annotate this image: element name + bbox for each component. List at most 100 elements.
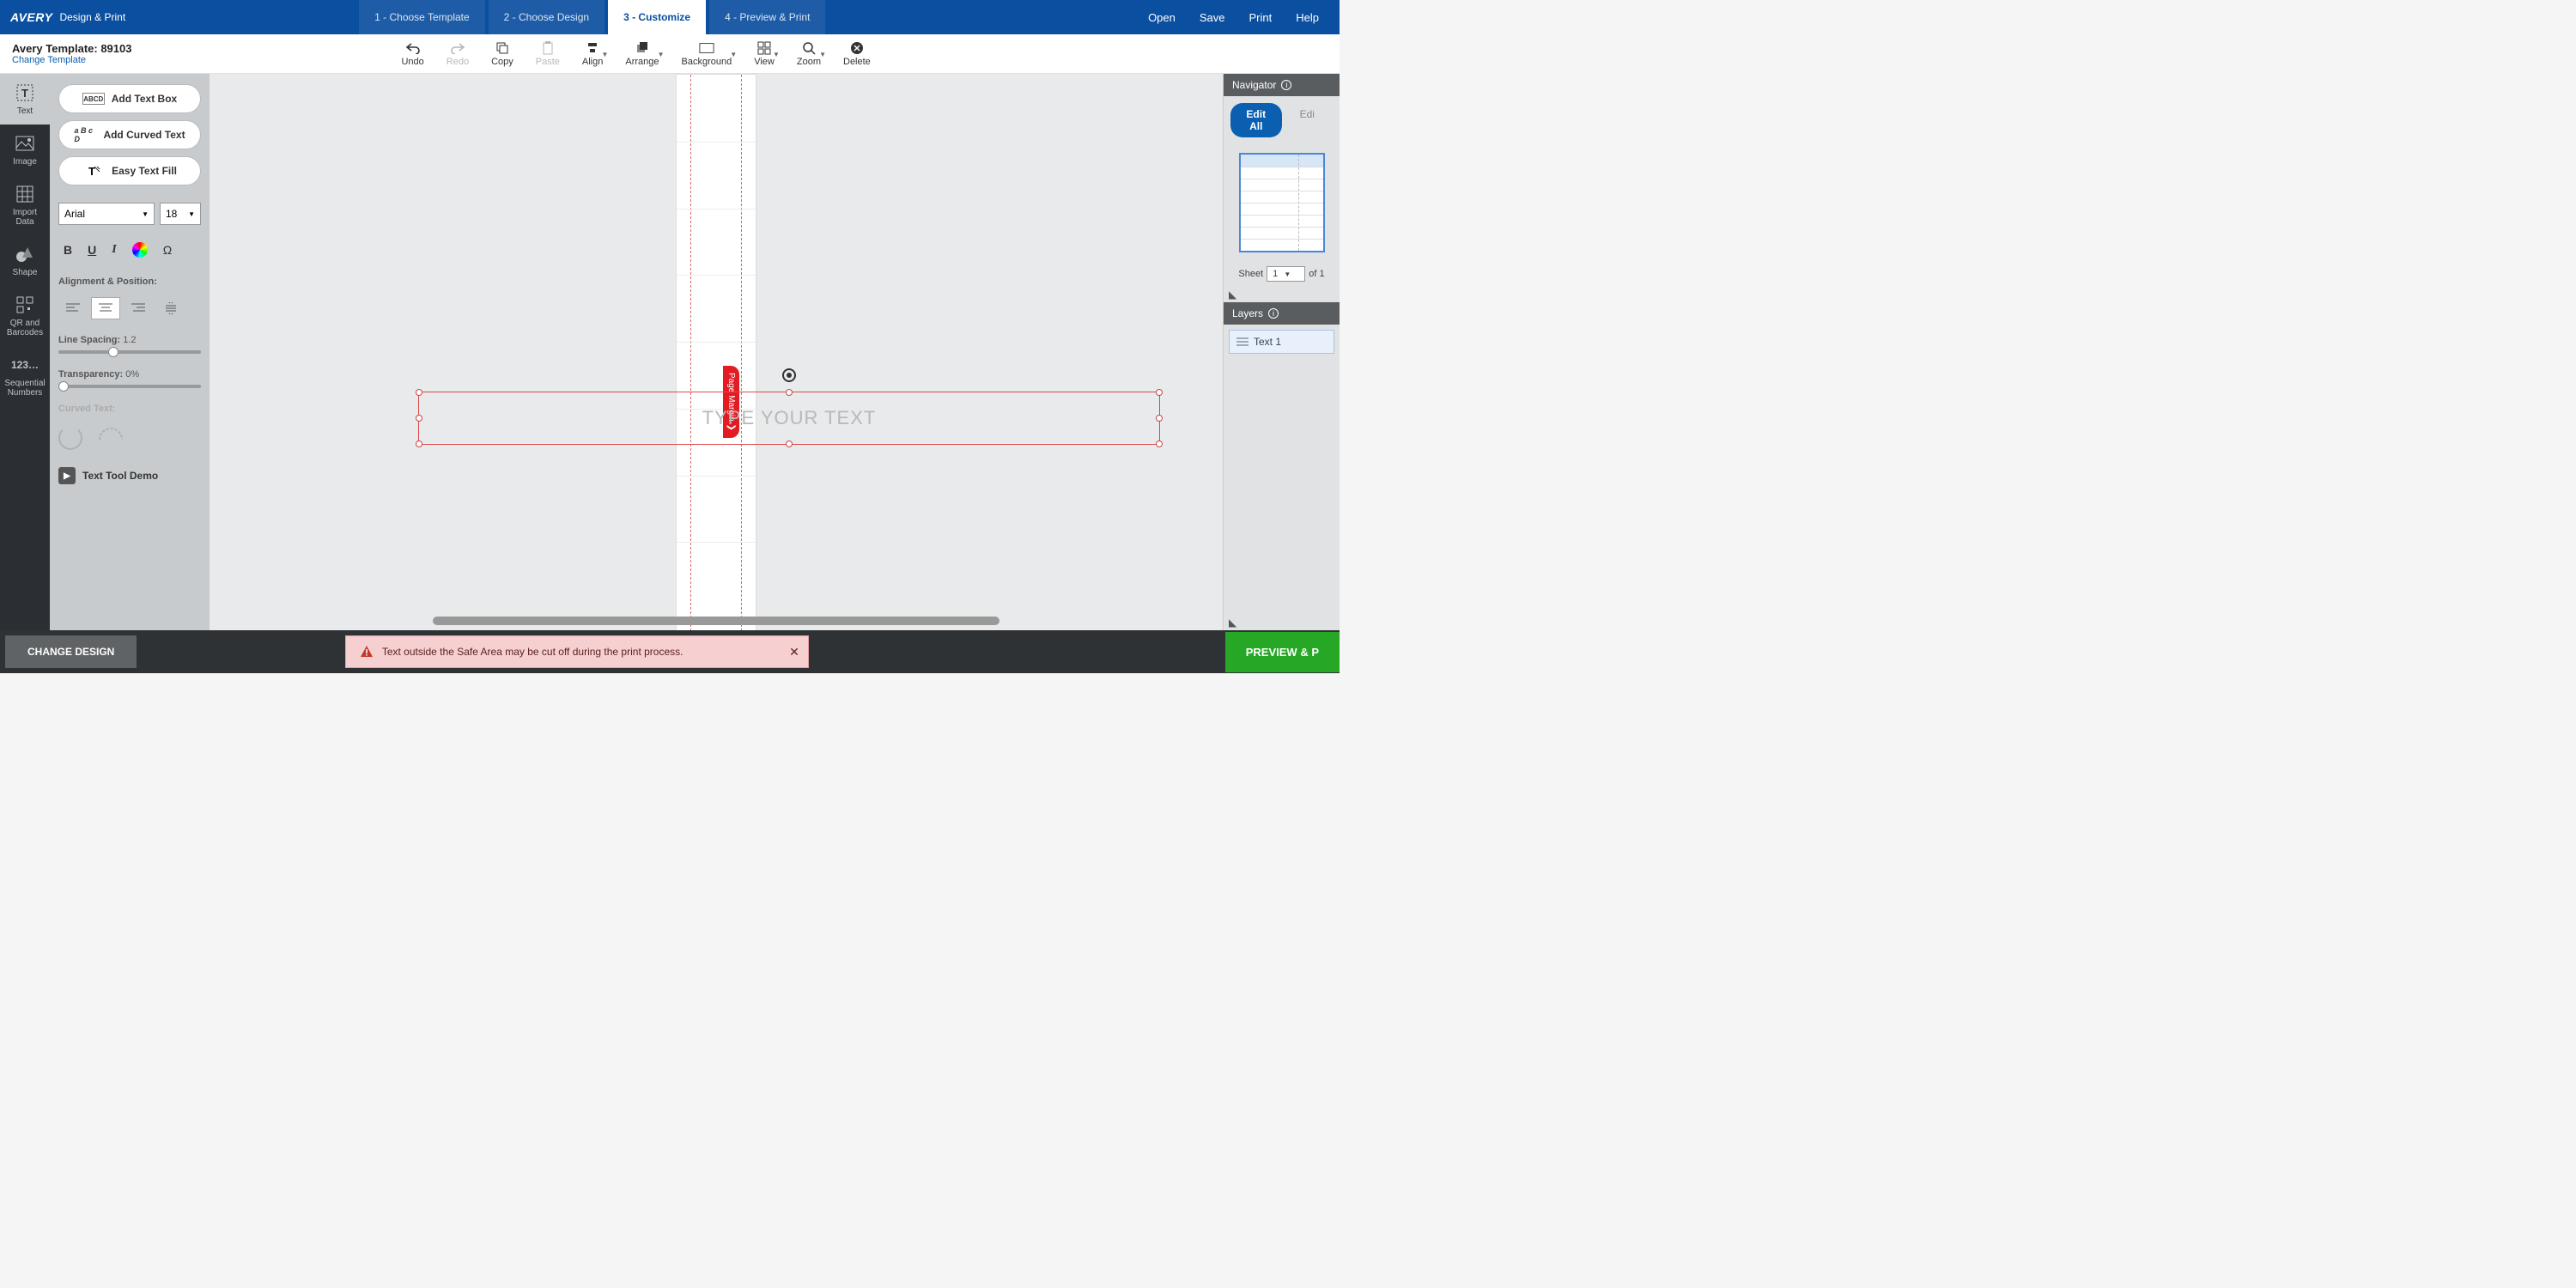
add-curved-label: Add Curved Text <box>103 129 185 141</box>
undo-button[interactable]: Undo <box>401 41 423 67</box>
rail-shape[interactable]: Shape <box>0 235 50 286</box>
resize-handle-ne[interactable] <box>1156 389 1163 396</box>
align-vertical-button[interactable] <box>156 297 185 319</box>
sheet-preview[interactable] <box>1239 153 1325 252</box>
transparency-section: Transparency: 0% <box>58 369 201 388</box>
align-button[interactable]: Align ▼ <box>582 41 603 67</box>
change-template-link[interactable]: Change Template <box>12 55 131 65</box>
edit-toolbar: Undo Redo Copy Paste Align ▼ Arrange ▼ B… <box>401 41 870 67</box>
copy-button[interactable]: Copy <box>491 41 513 67</box>
bold-button[interactable]: B <box>64 243 72 257</box>
delete-label: Delete <box>843 57 871 67</box>
special-chars-button[interactable]: Ω <box>163 243 172 257</box>
undo-label: Undo <box>401 57 423 67</box>
save-link[interactable]: Save <box>1200 11 1225 24</box>
resize-handle-sw[interactable] <box>416 440 422 447</box>
text-placeholder[interactable]: TYPE YOUR TEXT <box>419 392 1159 444</box>
rail-image[interactable]: Image <box>0 125 50 175</box>
canvas-area[interactable]: Page Margin ❯ TYPE YOUR TEXT <box>210 74 1223 630</box>
rail-seq-label: Sequential Numbers <box>3 379 46 398</box>
navigator-title: Navigator <box>1232 79 1276 91</box>
step-choose-design[interactable]: 2 - Choose Design <box>489 0 605 34</box>
rail-import-data[interactable]: Import Data <box>0 175 50 235</box>
resize-handle-n[interactable] <box>786 389 793 396</box>
shape-icon <box>15 244 35 264</box>
color-picker-button[interactable] <box>132 242 148 258</box>
align-center-button[interactable] <box>91 297 120 319</box>
add-text-box-button[interactable]: ABCD Add Text Box <box>58 84 201 113</box>
info-icon[interactable]: i <box>1281 80 1291 90</box>
chevron-down-icon: ▼ <box>819 51 826 58</box>
text-tool-demo-button[interactable]: ▶ Text Tool Demo <box>58 467 201 484</box>
text-icon: T <box>15 82 35 103</box>
canvas-horizontal-scrollbar[interactable] <box>433 617 999 625</box>
sub-toolbar: Avery Template: 89103 Change Template Un… <box>0 34 1340 74</box>
rail-sequential[interactable]: 123… Sequential Numbers <box>0 346 50 406</box>
resize-handle-s[interactable] <box>786 440 793 447</box>
layer-item[interactable]: Text 1 <box>1229 330 1334 354</box>
grid-line <box>677 342 756 343</box>
grid-line <box>677 209 756 210</box>
resize-handle-e[interactable] <box>1156 415 1163 422</box>
grid-line <box>677 542 756 543</box>
rail-qr[interactable]: QR and Barcodes <box>0 286 50 346</box>
background-button[interactable]: Background ▼ <box>682 41 732 67</box>
info-icon[interactable]: i <box>1268 308 1279 319</box>
step-choose-template[interactable]: 1 - Choose Template <box>359 0 485 34</box>
underline-button[interactable]: U <box>88 243 96 257</box>
preview-row <box>1241 227 1323 228</box>
font-size-value: 18 <box>166 208 177 220</box>
preview-selected-row <box>1241 155 1323 167</box>
step-customize[interactable]: 3 - Customize <box>608 0 706 34</box>
add-curved-text-button[interactable]: a B c D Add Curved Text <box>58 120 201 149</box>
edit-all-tab[interactable]: Edit All <box>1230 103 1282 137</box>
help-link[interactable]: Help <box>1296 11 1319 24</box>
curve-full-circle <box>58 426 82 450</box>
transparency-slider[interactable] <box>58 385 201 388</box>
close-warning-button[interactable]: ✕ <box>789 645 799 659</box>
layers-list: Text 1 <box>1224 325 1340 359</box>
line-spacing-slider[interactable] <box>58 350 201 354</box>
textbox-icon: ABCD <box>82 93 105 105</box>
selected-text-box[interactable]: TYPE YOUR TEXT <box>418 392 1160 445</box>
label-page[interactable] <box>676 74 756 630</box>
rail-import-label: Import Data <box>3 208 46 227</box>
zoom-label: Zoom <box>797 57 821 67</box>
delete-button[interactable]: Delete <box>843 41 871 67</box>
preview-print-button[interactable]: PREVIEW & P <box>1225 632 1340 672</box>
demo-label: Text Tool Demo <box>82 470 158 482</box>
align-right-button[interactable] <box>124 297 153 319</box>
step-preview-print[interactable]: 4 - Preview & Print <box>709 0 825 34</box>
resize-corner-icon[interactable]: ◣ <box>1224 615 1340 630</box>
align-left-button[interactable] <box>58 297 88 319</box>
resize-handle-w[interactable] <box>416 415 422 422</box>
rail-text[interactable]: T Text <box>0 74 50 125</box>
edit-one-tab[interactable]: Edi <box>1282 103 1334 137</box>
font-family-select[interactable]: Arial ▼ <box>58 203 155 225</box>
curved-text-options <box>58 426 201 450</box>
navigator-tabs: Edit All Edi <box>1224 96 1340 144</box>
open-link[interactable]: Open <box>1148 11 1176 24</box>
view-button[interactable]: View ▼ <box>754 41 775 67</box>
paste-button: Paste <box>536 41 560 67</box>
redo-icon <box>450 41 465 55</box>
play-icon: ▶ <box>58 467 76 484</box>
grid-line <box>677 476 756 477</box>
resize-handle-se[interactable] <box>1156 440 1163 447</box>
chevron-down-icon: ▼ <box>142 210 149 218</box>
product-name: Design & Print <box>59 11 125 23</box>
print-link[interactable]: Print <box>1249 11 1273 24</box>
view-icon <box>756 41 772 55</box>
resize-corner-icon[interactable]: ◣ <box>1224 287 1340 302</box>
easy-text-fill-button[interactable]: T Easy Text Fill <box>58 156 201 185</box>
italic-button[interactable]: I <box>112 243 116 257</box>
change-design-button[interactable]: CHANGE DESIGN <box>5 635 137 668</box>
zoom-button[interactable]: Zoom ▼ <box>797 41 821 67</box>
rotation-handle[interactable] <box>782 368 796 382</box>
resize-handle-nw[interactable] <box>416 389 422 396</box>
font-size-select[interactable]: 18 ▼ <box>160 203 201 225</box>
arrange-button[interactable]: Arrange ▼ <box>625 41 659 67</box>
layer-name: Text 1 <box>1254 336 1281 348</box>
easy-fill-label: Easy Text Fill <box>112 165 177 177</box>
sheet-number-select[interactable]: 1 ▼ <box>1267 266 1305 282</box>
